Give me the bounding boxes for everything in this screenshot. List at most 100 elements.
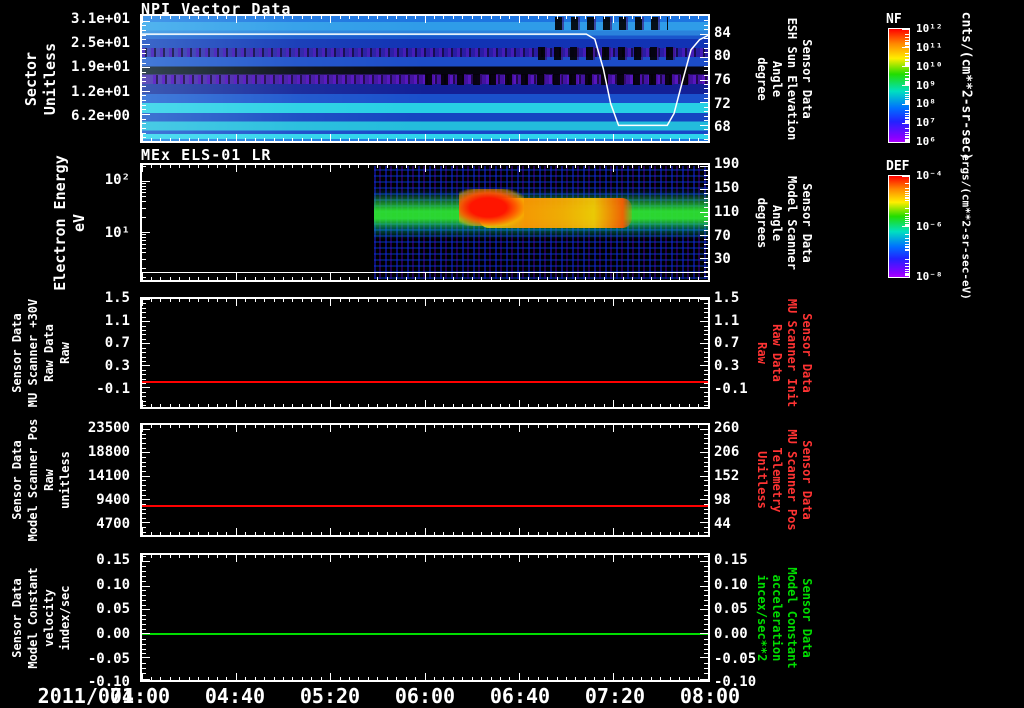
tick-mark: [704, 480, 708, 482]
tick-mark: [704, 369, 708, 371]
tick-mark: [207, 165, 209, 168]
tick-mark: [358, 425, 360, 428]
tick-mark: [142, 267, 146, 269]
tick-mark: [704, 93, 708, 95]
axis-tick-label: 0.00: [714, 626, 748, 642]
tick-mark: [405, 138, 407, 141]
tick-mark: [704, 590, 708, 592]
tick-mark: [547, 165, 549, 168]
tick-mark: [320, 425, 322, 428]
tick-mark: [650, 165, 652, 168]
tick-mark: [207, 404, 209, 407]
tick-mark: [905, 190, 909, 192]
tick-mark: [603, 16, 605, 19]
tick-mark: [584, 299, 586, 302]
tick-mark: [142, 457, 146, 459]
tick-mark: [499, 532, 501, 535]
tick-mark: [254, 677, 256, 680]
tick-mark: [650, 555, 652, 558]
tick-mark: [679, 425, 681, 428]
tick-mark: [698, 299, 700, 302]
tick-mark: [142, 67, 150, 69]
tick-mark: [142, 76, 146, 78]
tick-mark: [301, 138, 303, 141]
tick-mark: [216, 677, 218, 680]
tick-mark: [704, 97, 708, 99]
tick-mark: [245, 532, 247, 535]
tick-mark: [462, 138, 464, 141]
tick-mark: [142, 20, 150, 22]
tick-mark: [188, 277, 190, 280]
time-tick-label: 06:40: [489, 684, 551, 708]
tick-mark: [142, 392, 146, 394]
tick-mark: [142, 614, 146, 616]
tick-mark: [704, 667, 708, 669]
tick-mark: [704, 20, 708, 22]
tick-mark: [509, 404, 511, 407]
tick-mark: [537, 16, 539, 19]
tick-mark: [566, 138, 567, 141]
tick-mark: [142, 369, 146, 371]
tick-mark: [704, 466, 708, 468]
tick-mark: [594, 165, 596, 168]
tick-mark: [283, 404, 284, 407]
tick-mark: [142, 438, 146, 440]
tick-mark: [902, 47, 909, 49]
tick-mark: [704, 61, 708, 63]
tick-mark: [142, 466, 146, 468]
tick-mark: [704, 396, 708, 398]
def-colorbar: DEF 10⁻⁴ 10⁻⁶ 10⁻⁸ ergs/(cm**2-sr-sec-eV): [884, 154, 1024, 300]
tick-mark: [660, 677, 662, 680]
tick-mark: [188, 165, 190, 168]
tick-mark: [405, 299, 407, 302]
tick-mark: [367, 165, 369, 168]
tick-mark: [188, 532, 190, 535]
tick-mark: [704, 216, 708, 218]
tick-mark: [905, 102, 909, 104]
tick-mark: [905, 183, 909, 185]
tick-mark: [330, 273, 332, 280]
tick-mark: [320, 299, 322, 302]
tick-mark: [198, 138, 200, 141]
panel2-left-tick-labels: 10² 10¹: [52, 163, 136, 282]
tick-mark: [216, 16, 218, 19]
tick-mark: [339, 532, 341, 535]
tick-mark: [142, 85, 146, 87]
tick-mark: [905, 266, 909, 268]
nf-colorbar-gradient: [888, 28, 910, 143]
tick-mark: [603, 677, 605, 680]
tick-mark: [283, 16, 284, 19]
tick-mark: [622, 425, 624, 428]
tick-mark: [169, 425, 171, 428]
tick-mark: [584, 277, 586, 280]
tick-mark: [160, 677, 162, 680]
tick-mark: [679, 404, 681, 407]
tick-mark: [142, 365, 150, 367]
tick-mark: [669, 16, 671, 19]
tick-mark: [594, 138, 596, 141]
tick-mark: [905, 140, 909, 142]
tick-mark: [660, 299, 662, 302]
tick-mark: [905, 34, 909, 36]
tick-mark: [415, 16, 417, 19]
tick-mark: [245, 277, 247, 280]
axis-tick-label: 110: [714, 203, 740, 220]
tick-mark: [311, 532, 313, 535]
tick-mark: [518, 673, 520, 680]
tick-mark: [704, 312, 708, 314]
tick-mark: [142, 123, 146, 125]
tick-mark: [254, 532, 256, 535]
tick-mark: [490, 165, 492, 168]
tick-mark: [704, 115, 708, 117]
tick-mark: [905, 224, 909, 226]
tick-mark: [688, 277, 690, 280]
tick-mark: [301, 165, 303, 168]
tick-mark: [424, 400, 426, 407]
tick-mark: [142, 471, 146, 473]
time-tick-label: 04:00: [109, 684, 171, 708]
tick-mark: [547, 277, 549, 280]
tick-mark: [142, 442, 146, 444]
tick-mark: [339, 16, 341, 19]
tick-mark: [704, 527, 708, 529]
tick-mark: [660, 425, 662, 428]
